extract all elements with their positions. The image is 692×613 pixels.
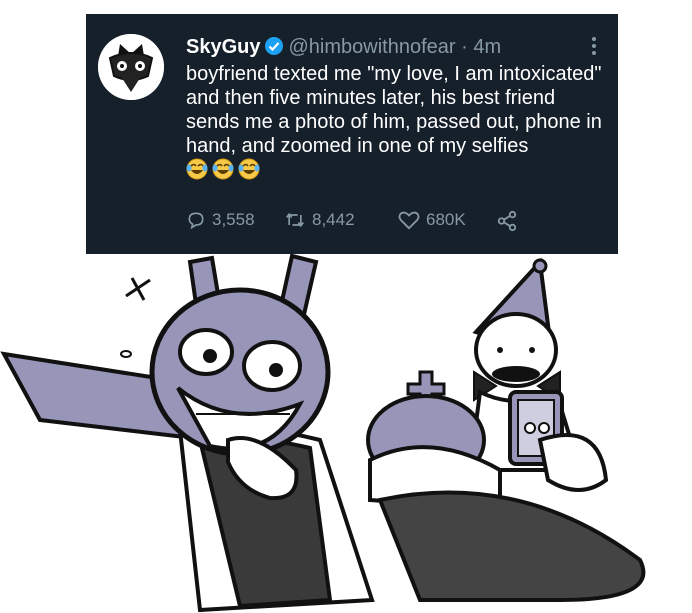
retweet-button[interactable]: 8,442 [284, 210, 355, 230]
timestamp[interactable]: 4m [473, 36, 501, 58]
separator: · [461, 36, 468, 58]
display-name[interactable]: SkyGuy [186, 36, 260, 58]
heart-icon [398, 211, 420, 230]
avatar-icon [98, 34, 164, 100]
tweet-text: boyfriend texted me "my love, I am intox… [186, 62, 606, 186]
retweet-count: 8,442 [312, 210, 355, 229]
reply-button[interactable]: 3,558 [186, 210, 255, 230]
share-icon [497, 210, 517, 232]
avatar[interactable] [98, 34, 164, 100]
verified-badge-icon [264, 36, 284, 62]
tweet-body: boyfriend texted me "my love, I am intox… [186, 63, 602, 157]
like-button[interactable]: 680K [398, 210, 466, 230]
tweet-card[interactable]: SkyGuy @himbowithnofear · 4m boyfriend te… [86, 14, 618, 254]
share-button[interactable] [496, 210, 524, 232]
reply-icon [188, 212, 204, 230]
laughing-crying-emoji-icon [186, 158, 262, 186]
reply-count: 3,558 [212, 210, 255, 229]
handle[interactable]: @himbowithnofear [288, 36, 455, 58]
retweet-icon [286, 212, 304, 228]
like-count: 680K [426, 210, 466, 229]
jester-character [467, 257, 609, 492]
bunny-character [0, 253, 375, 613]
more-options-icon[interactable] [584, 34, 604, 58]
tweet-header: SkyGuy @himbowithnofear · 4m [186, 36, 501, 62]
